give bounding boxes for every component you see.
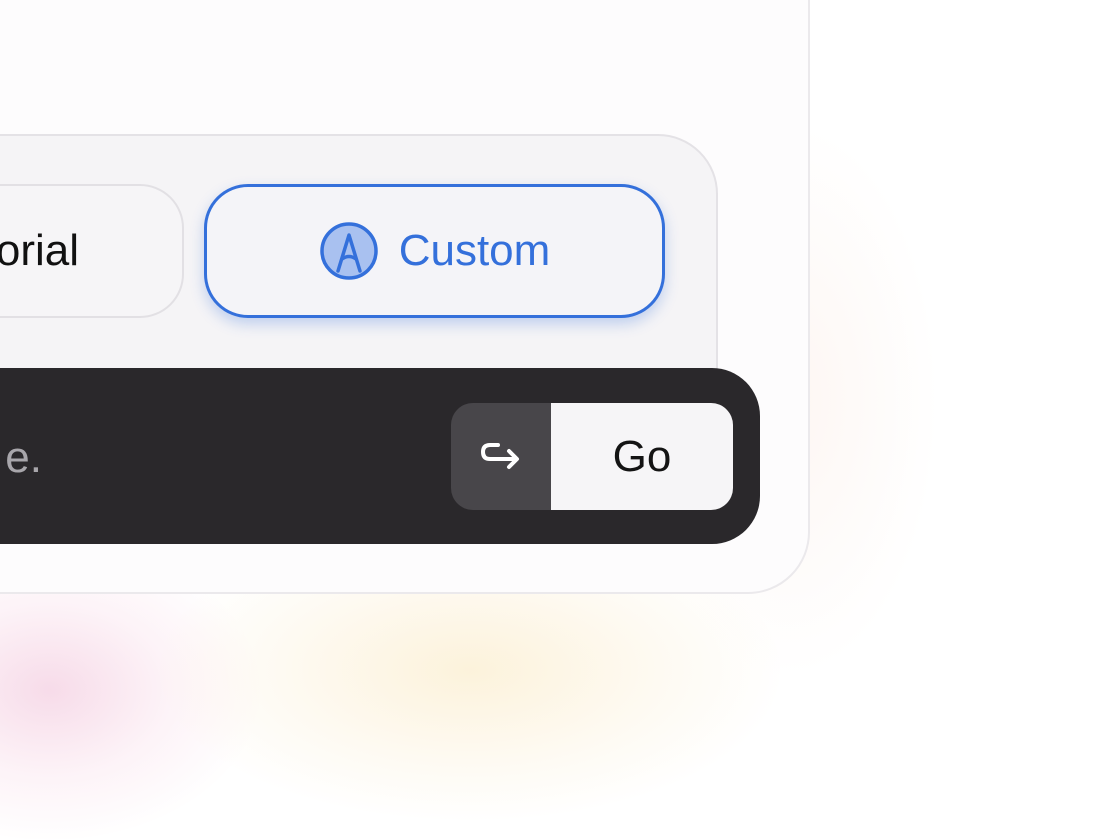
app-stage: Tutorial Custom e. Go <box>0 0 1100 840</box>
mode-option-tutorial[interactable]: Tutorial <box>0 184 184 318</box>
mode-option-custom[interactable]: Custom <box>204 184 665 318</box>
mode-option-custom-label: Custom <box>398 226 551 275</box>
custom-brush-icon <box>319 222 378 280</box>
submit-action-group: Go <box>451 403 733 510</box>
enter-return-icon <box>481 442 519 469</box>
mode-option-tutorial-label: Tutorial <box>0 226 79 275</box>
enter-key-button[interactable] <box>451 403 551 510</box>
prompt-placeholder[interactable]: e. <box>5 433 42 483</box>
go-button[interactable]: Go <box>551 403 733 510</box>
